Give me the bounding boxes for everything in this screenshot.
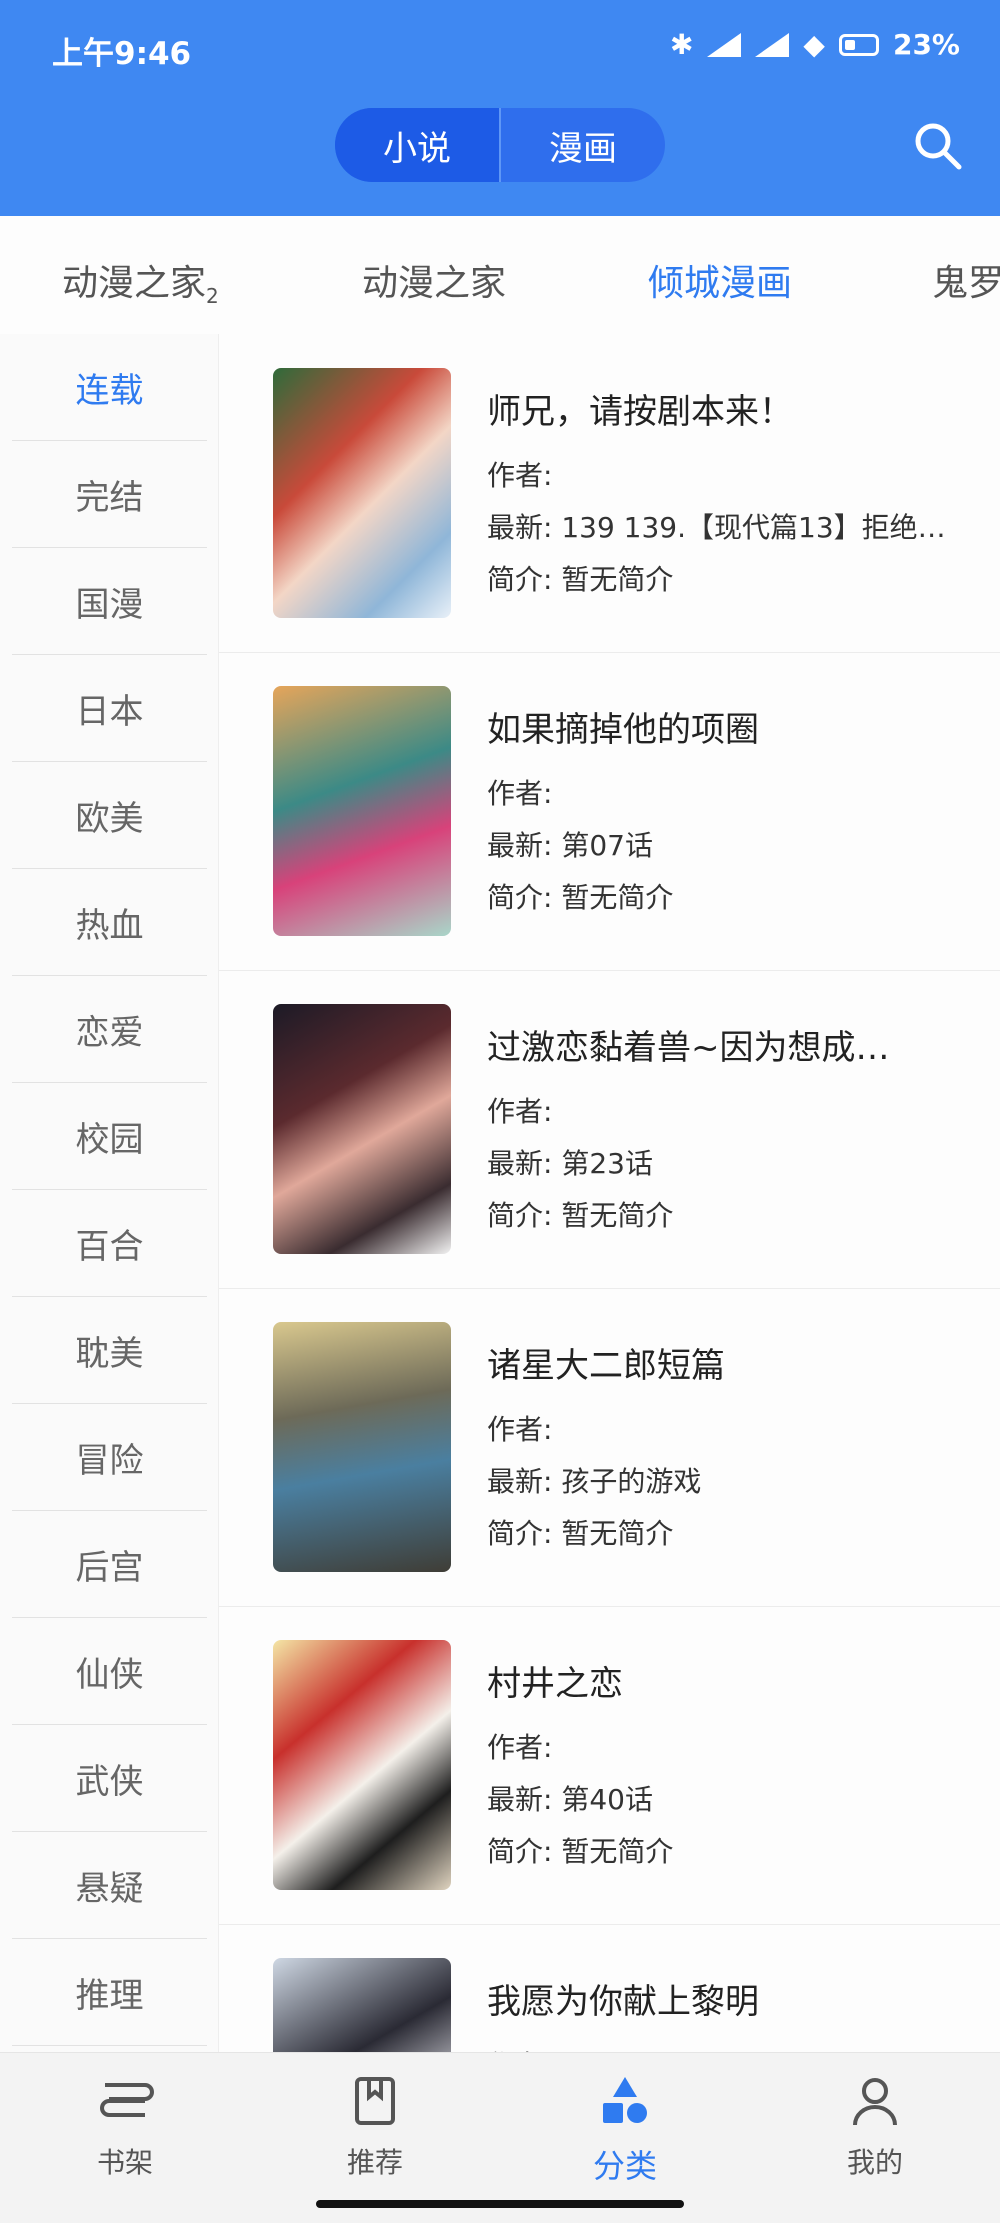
comic-intro: 简介: 暂无简介 (487, 563, 674, 596)
category-item[interactable]: 校园 (12, 1083, 207, 1190)
category-item[interactable]: 日本 (12, 655, 207, 762)
category-item[interactable]: 耽美 (12, 1297, 207, 1404)
comic-cover (273, 1958, 451, 2052)
source-tab-1[interactable]: 动漫之家2 (62, 254, 219, 308)
category-item[interactable]: 悬疑 (12, 1832, 207, 1939)
comic-author: 作者: (487, 777, 553, 810)
comic-latest: 最新: 第40话 (487, 1783, 653, 1816)
comic-author: 作者: (487, 1413, 553, 1446)
source-tab-sub: 2 (206, 284, 219, 308)
comic-list: 师兄，请按剧本来！ 作者: 最新: 139 139.【现代篇13】拒绝… 简介:… (219, 334, 1000, 2052)
comic-latest: 最新: 第07话 (487, 829, 653, 862)
comic-list-item[interactable]: 过激恋黏着兽~因为想成… 作者: 最新: 第23话 简介: 暂无简介 (219, 970, 1000, 1289)
nav-recommend-label: 推荐 (346, 2146, 403, 2179)
status-icons: ✱ ◆ 23% (670, 28, 960, 61)
source-tabs: 动漫之家2 动漫之家 倾城漫画 鬼罗 (0, 216, 1000, 335)
tab-novel[interactable]: 小说 (335, 108, 499, 182)
comic-cover (273, 1322, 451, 1572)
category-item[interactable]: 欧美 (12, 762, 207, 869)
comic-latest: 最新: 孩子的游戏 (487, 1465, 702, 1498)
comic-author: 作者: (487, 1731, 553, 1764)
comic-title: 如果摘掉他的项圈 (487, 710, 759, 750)
nav-mine-label: 我的 (846, 2146, 903, 2179)
bookshelf-icon (100, 2083, 154, 2117)
comic-title: 师兄，请按剧本来！ (487, 392, 793, 432)
search-icon[interactable] (912, 120, 964, 172)
comic-latest: 最新: 第23话 (487, 1147, 653, 1180)
comic-list-item[interactable]: 诸星大二郎短篇 作者: 最新: 孩子的游戏 简介: 暂无简介 (219, 1288, 1000, 1607)
user-icon (853, 2078, 897, 2126)
category-sidebar: 连载 完结 国漫 日本 欧美 热血 恋爱 校园 百合 耽美 冒险 后宫 仙侠 武… (0, 334, 219, 2052)
comic-cover (273, 1004, 451, 1254)
nav-mine[interactable]: 我的 (805, 2071, 945, 2181)
nav-bookshelf-label: 书架 (96, 2146, 153, 2179)
signal-icon (707, 32, 742, 57)
content-type-switch: 小说 漫画 (335, 108, 665, 182)
status-bar: 上午9:46 ✱ ◆ 23% (0, 0, 1000, 100)
signal-icon-2 (755, 32, 790, 57)
book-icon (355, 2077, 395, 2125)
source-tab-label: 动漫之家 (62, 263, 207, 304)
comic-intro: 简介: 暂无简介 (487, 1835, 674, 1868)
comic-author: 作者: (487, 1095, 553, 1128)
bottom-navigation: 书架 推荐 分类 我的 (0, 2052, 1000, 2223)
battery-percent: 23% (892, 28, 960, 61)
comic-title: 我愿为你献上黎明 (487, 1982, 759, 2022)
comic-cover (273, 1640, 451, 1890)
source-tab-3[interactable]: 倾城漫画 (648, 254, 792, 306)
category-item[interactable]: 仙侠 (12, 1618, 207, 1725)
comic-title: 村井之恋 (487, 1664, 623, 1704)
nav-bookshelf[interactable]: 书架 (55, 2071, 195, 2181)
category-item[interactable]: 冒险 (12, 1404, 207, 1511)
category-item[interactable]: 完结 (12, 441, 207, 548)
nav-category-label: 分类 (592, 2147, 657, 2185)
comic-list-item[interactable]: 村井之恋 作者: 最新: 第40话 简介: 暂无简介 (219, 1606, 1000, 1925)
comic-author: 作者: (487, 2044, 552, 2052)
bluetooth-icon: ✱ (669, 28, 694, 61)
category-item[interactable]: 恋爱 (12, 976, 207, 1083)
comic-intro: 简介: 暂无简介 (487, 1199, 674, 1232)
nav-category[interactable]: 分类 (555, 2071, 695, 2187)
comic-intro: 简介: 暂无简介 (487, 881, 674, 914)
comic-list-item[interactable]: 师兄，请按剧本来！ 作者: 最新: 139 139.【现代篇13】拒绝… 简介:… (219, 334, 1000, 653)
shapes-icon (603, 2077, 647, 2123)
comic-title: 过激恋黏着兽~因为想成… (487, 1028, 890, 1068)
comic-author: 作者: (487, 459, 553, 492)
source-tab-2[interactable]: 动漫之家 (362, 254, 506, 306)
category-item[interactable]: 后宫 (12, 1511, 207, 1618)
top-app-bar: 上午9:46 ✱ ◆ 23% 小说 漫画 (0, 0, 1000, 216)
comic-list-item[interactable]: 我愿为你献上黎明 作者: (219, 1924, 1000, 2052)
category-item[interactable]: 热血 (12, 869, 207, 976)
status-time: 上午9:46 (52, 36, 192, 72)
comic-latest: 最新: 139 139.【现代篇13】拒绝… (487, 511, 946, 544)
comic-cover (273, 686, 451, 936)
source-tab-4[interactable]: 鬼罗 (932, 254, 1000, 306)
category-item[interactable]: 武侠 (12, 1725, 207, 1832)
tab-comic[interactable]: 漫画 (501, 108, 665, 182)
category-item[interactable]: 推理 (12, 1939, 207, 2046)
home-indicator[interactable] (316, 2200, 684, 2208)
category-item[interactable]: 百合 (12, 1190, 207, 1297)
comic-list-item[interactable]: 如果摘掉他的项圈 作者: 最新: 第07话 简介: 暂无简介 (219, 652, 1000, 971)
comic-cover (273, 368, 451, 618)
comic-intro: 简介: 暂无简介 (487, 1517, 674, 1550)
category-item[interactable]: 连载 (12, 334, 207, 441)
category-item[interactable]: 国漫 (12, 548, 207, 655)
wifi-icon: ◆ (803, 28, 825, 61)
comic-title: 诸星大二郎短篇 (487, 1346, 725, 1386)
battery-icon (838, 33, 879, 56)
nav-recommend[interactable]: 推荐 (305, 2071, 445, 2181)
